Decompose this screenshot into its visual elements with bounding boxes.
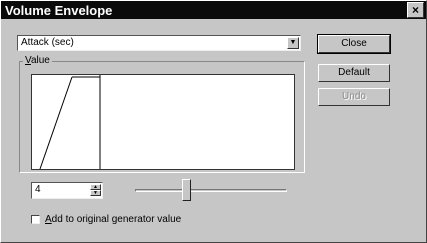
- value-group-label: Value: [23, 55, 52, 66]
- parameter-select-value: Attack (sec): [21, 37, 74, 48]
- chevron-down-icon[interactable]: ▼: [90, 190, 101, 196]
- value-stepper-value: 4: [35, 184, 41, 195]
- chevron-down-icon[interactable]: ▼: [287, 37, 299, 49]
- window-title: Volume Envelope: [5, 3, 113, 18]
- value-slider[interactable]: [135, 177, 287, 203]
- title-bar: Volume Envelope ×: [1, 1, 426, 19]
- add-to-original-checkbox[interactable]: [31, 215, 40, 224]
- slider-track: [135, 189, 287, 192]
- stepper-buttons: ▲ ▼: [90, 184, 101, 197]
- add-to-original-label: Add to original generator value: [45, 214, 182, 225]
- attack-curve: [39, 76, 73, 169]
- close-icon[interactable]: ×: [407, 2, 424, 18]
- parameter-select[interactable]: Attack (sec) ▼: [17, 35, 301, 51]
- default-button[interactable]: Default: [318, 64, 390, 82]
- close-button[interactable]: Close: [317, 34, 391, 54]
- envelope-graph[interactable]: [31, 74, 295, 170]
- volume-envelope-dialog: Volume Envelope × Attack (sec) ▼ Close D…: [0, 0, 427, 243]
- slider-thumb[interactable]: [182, 179, 191, 201]
- value-stepper[interactable]: 4 ▲ ▼: [31, 182, 103, 199]
- undo-button[interactable]: Undo: [318, 88, 390, 106]
